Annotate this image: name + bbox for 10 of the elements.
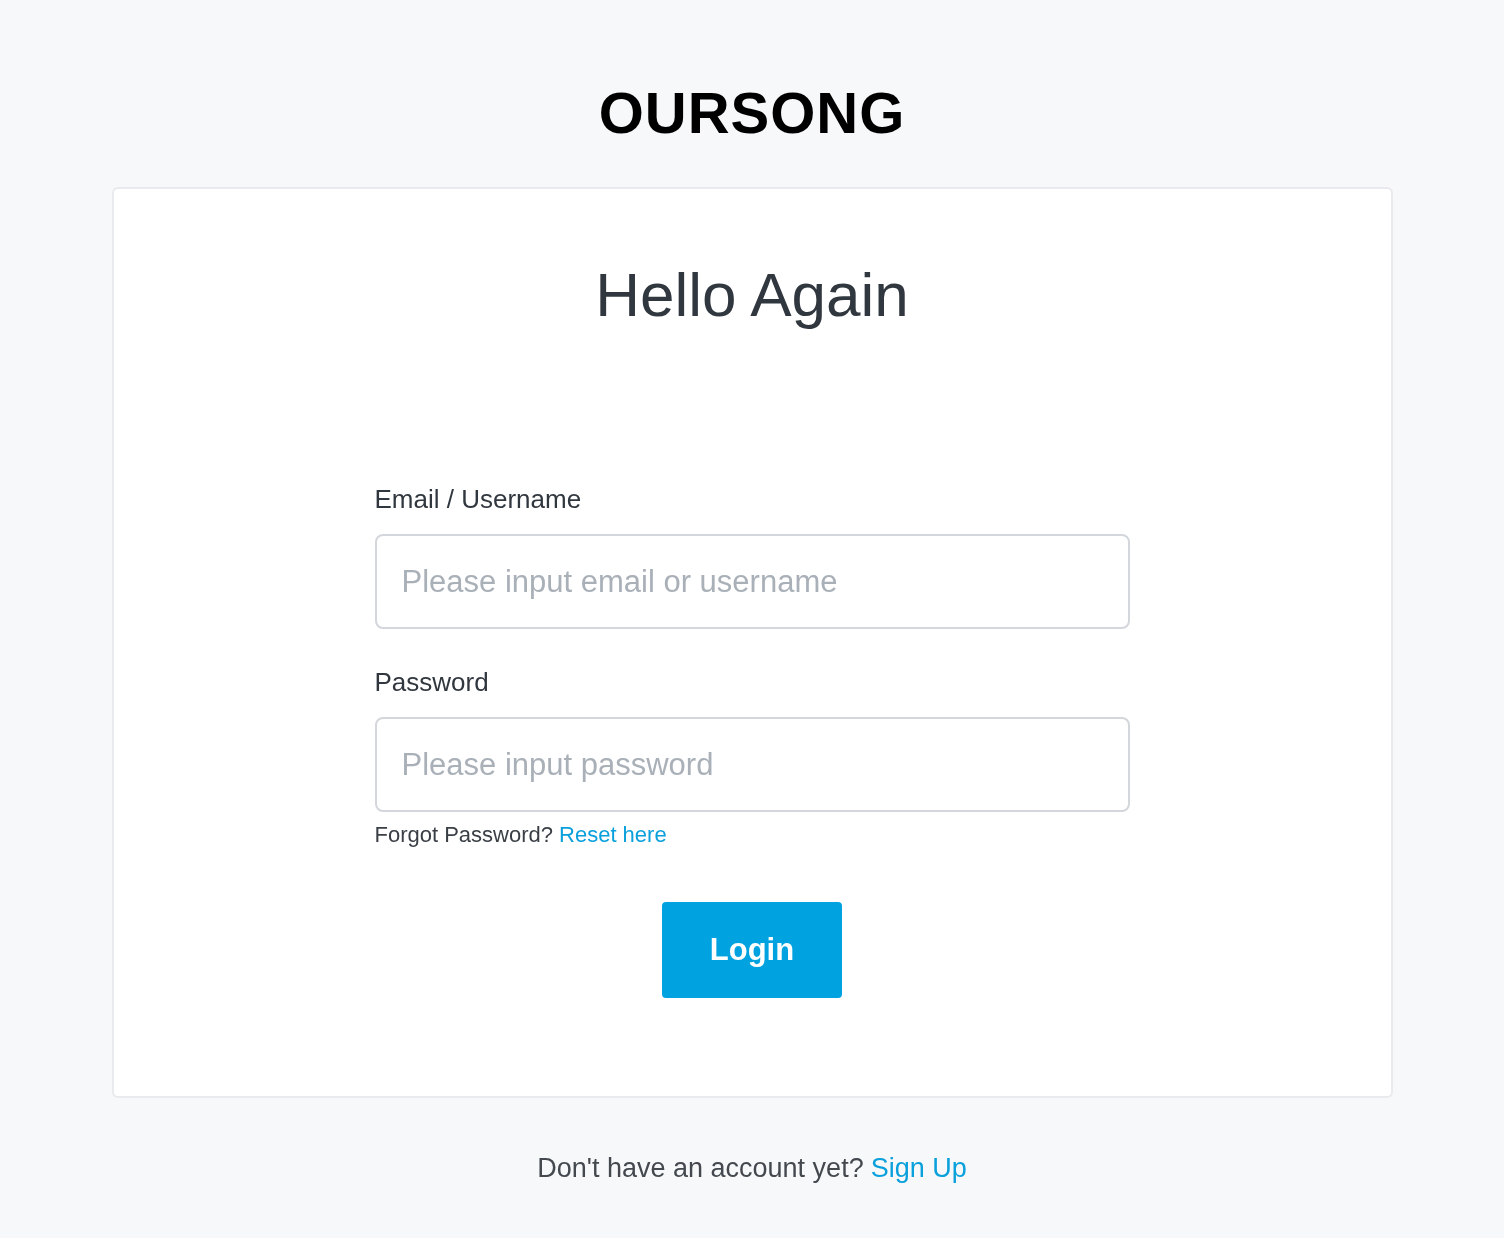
field-label: Password [374,669,490,695]
signup-prompt: Don't have an account yet? [537,1155,864,1182]
field-label: Email / Username [374,486,583,512]
input-field[interactable]: Please input password [374,717,1130,812]
forgot-password-text: Forgot Password? [374,824,554,846]
sign-up-link[interactable]: Sign Up [870,1155,967,1182]
reset-link[interactable]: Reset here [559,824,667,846]
logo: OURSONG [598,83,906,142]
input-field[interactable]: Please input email or username [374,534,1130,629]
login-button[interactable]: Login [662,902,842,998]
